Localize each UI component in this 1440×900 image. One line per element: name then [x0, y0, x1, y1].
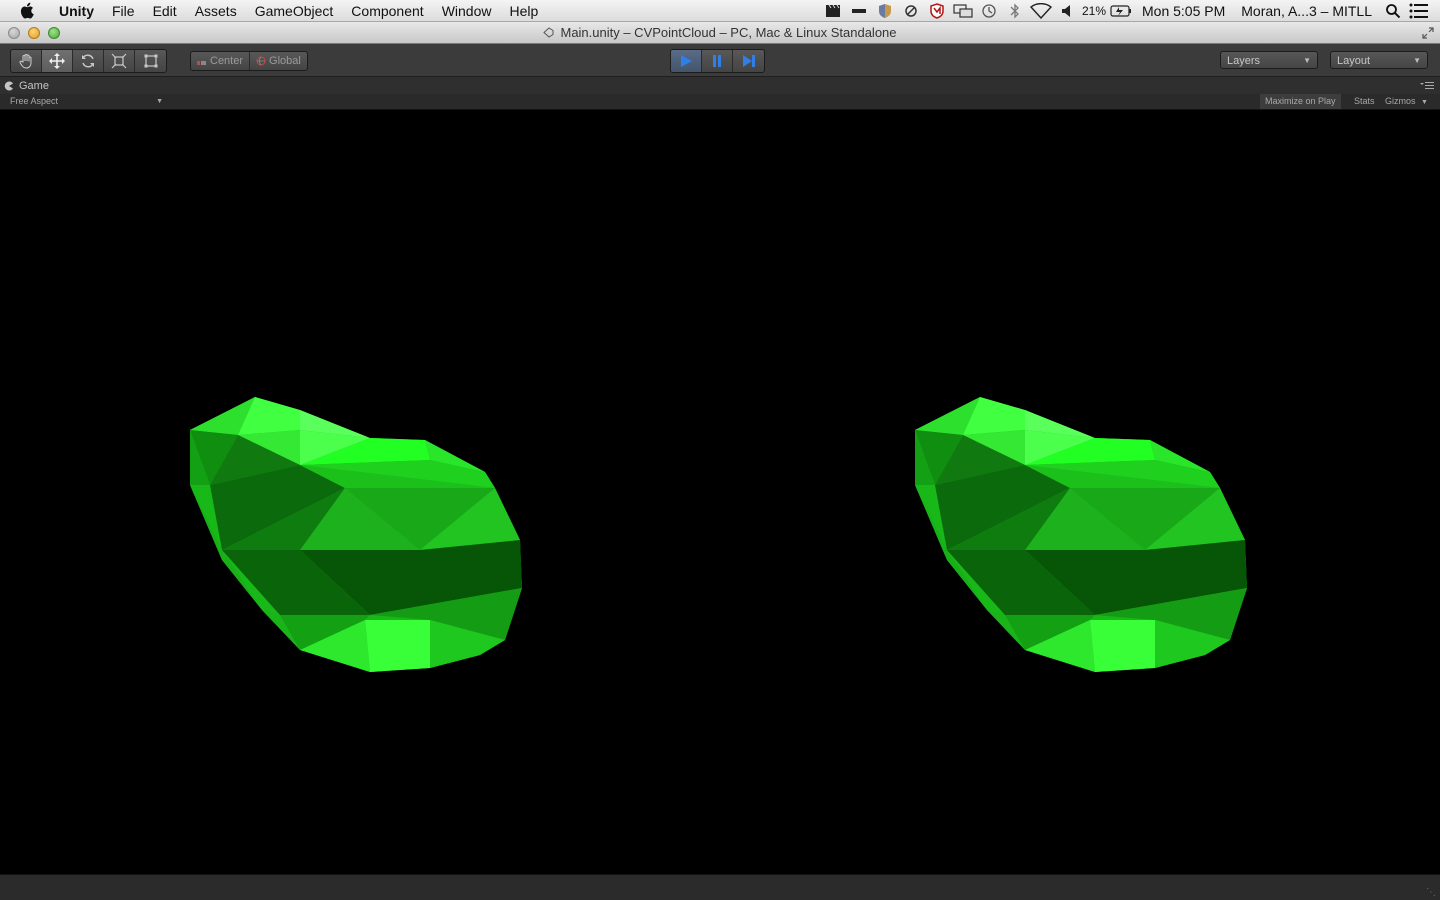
user-account-menu[interactable]: Moran, A...3 – MITLL	[1233, 0, 1380, 22]
play-button[interactable]	[671, 50, 702, 72]
battery-percent: 21%	[1081, 4, 1106, 18]
green-mesh-right	[915, 397, 1247, 672]
status-bar: ⋱	[0, 874, 1440, 900]
game-panel-header: Game	[0, 77, 1440, 94]
gizmos-label: Gizmos	[1385, 96, 1416, 106]
spotlight-search-icon[interactable]	[1382, 0, 1404, 22]
game-viewport[interactable]	[0, 110, 1440, 874]
unity-document-icon	[543, 23, 554, 38]
layout-dropdown-label: Layout	[1337, 55, 1371, 67]
window-title-text: Main.unity – CVPointCloud – PC, Mac & Li…	[560, 25, 897, 40]
move-tool-icon[interactable]	[42, 50, 73, 72]
gizmos-toggle[interactable]: Gizmos ▼	[1380, 94, 1433, 109]
layers-dropdown[interactable]: Layers ▼	[1220, 51, 1318, 69]
bluetooth-icon[interactable]	[1004, 0, 1026, 22]
window-title: Main.unity – CVPointCloud – PC, Mac & Li…	[0, 22, 1440, 44]
game-view-toolbar: Free Aspect ▼ Maximize on Play Stats Giz…	[0, 94, 1440, 110]
game-view-icon	[4, 81, 14, 91]
pivot-controls: Center Global	[190, 51, 308, 71]
layers-dropdown-label: Layers	[1227, 55, 1261, 67]
menu-window[interactable]: Window	[433, 0, 501, 22]
panel-menu-icon[interactable]	[1420, 81, 1434, 92]
menu-help[interactable]: Help	[500, 0, 547, 22]
globe-icon	[256, 56, 266, 66]
green-mesh-left	[190, 397, 522, 672]
aspect-dropdown[interactable]: Free Aspect ▼	[10, 94, 165, 109]
window-title-bar: Main.unity – CVPointCloud – PC, Mac & Li…	[0, 22, 1440, 44]
antivirus-shield-icon[interactable]	[926, 0, 948, 22]
chevron-down-icon: ▼	[1413, 56, 1421, 65]
pivot-center-toggle[interactable]: Center	[191, 52, 251, 70]
clapperboard-icon[interactable]	[822, 0, 844, 22]
pivot-center-icon	[197, 58, 206, 65]
chevron-down-icon: ▼	[156, 98, 163, 105]
menu-edit[interactable]: Edit	[144, 0, 186, 22]
shield-app-icon[interactable]	[874, 0, 896, 22]
pause-button[interactable]	[702, 50, 733, 72]
rotate-tool-icon[interactable]	[73, 50, 104, 72]
tab-game-label: Game	[19, 79, 49, 92]
scale-tool-icon[interactable]	[104, 50, 135, 72]
stereo-render	[190, 397, 1247, 672]
fullscreen-icon[interactable]	[1422, 26, 1434, 39]
aspect-dropdown-label: Free Aspect	[10, 96, 59, 106]
hand-tool-icon[interactable]	[11, 50, 42, 72]
menu-assets[interactable]: Assets	[186, 0, 246, 22]
pivot-center-label: Center	[210, 55, 244, 67]
menu-component[interactable]: Component	[342, 0, 432, 22]
resize-grip-icon[interactable]: ⋱	[1426, 887, 1436, 898]
playback-controls	[670, 49, 765, 73]
status-menus: 21% Mon 5:05 PM Moran, A...3 – MITLL	[820, 0, 1440, 22]
stats-toggle[interactable]: Stats	[1349, 94, 1380, 109]
tab-game[interactable]: Game	[4, 77, 49, 94]
maximize-on-play-toggle[interactable]: Maximize on Play	[1260, 94, 1341, 109]
wifi-icon[interactable]	[1029, 0, 1052, 22]
time-machine-icon[interactable]	[978, 0, 1000, 22]
slashed-circle-icon[interactable]	[900, 0, 922, 22]
apple-menu-icon[interactable]	[16, 0, 36, 22]
menu-clock[interactable]: Mon 5:05 PM	[1134, 0, 1233, 22]
volume-icon[interactable]	[1056, 0, 1078, 22]
display-bar-icon[interactable]	[848, 0, 870, 22]
menu-unity[interactable]: Unity	[50, 0, 103, 22]
notification-center-icon[interactable]	[1408, 0, 1430, 22]
pivot-global-label: Global	[269, 55, 301, 67]
battery-icon[interactable]	[1110, 0, 1132, 22]
chevron-down-icon: ▼	[1303, 56, 1311, 65]
menu-file[interactable]: File	[103, 0, 144, 22]
transform-tools	[10, 49, 167, 73]
pivot-global-toggle[interactable]: Global	[250, 52, 307, 70]
menu-gameobject[interactable]: GameObject	[246, 0, 343, 22]
mac-menu-bar: Unity File Edit Assets GameObject Compon…	[0, 0, 1440, 22]
rect-tool-icon[interactable]	[135, 50, 166, 72]
step-button[interactable]	[733, 50, 764, 72]
chevron-down-icon: ▼	[1421, 99, 1428, 106]
unity-toolbar: Center Global Layers ▼ Layout ▼	[0, 44, 1440, 77]
layout-dropdown[interactable]: Layout ▼	[1330, 51, 1428, 69]
displays-icon[interactable]	[952, 0, 974, 22]
